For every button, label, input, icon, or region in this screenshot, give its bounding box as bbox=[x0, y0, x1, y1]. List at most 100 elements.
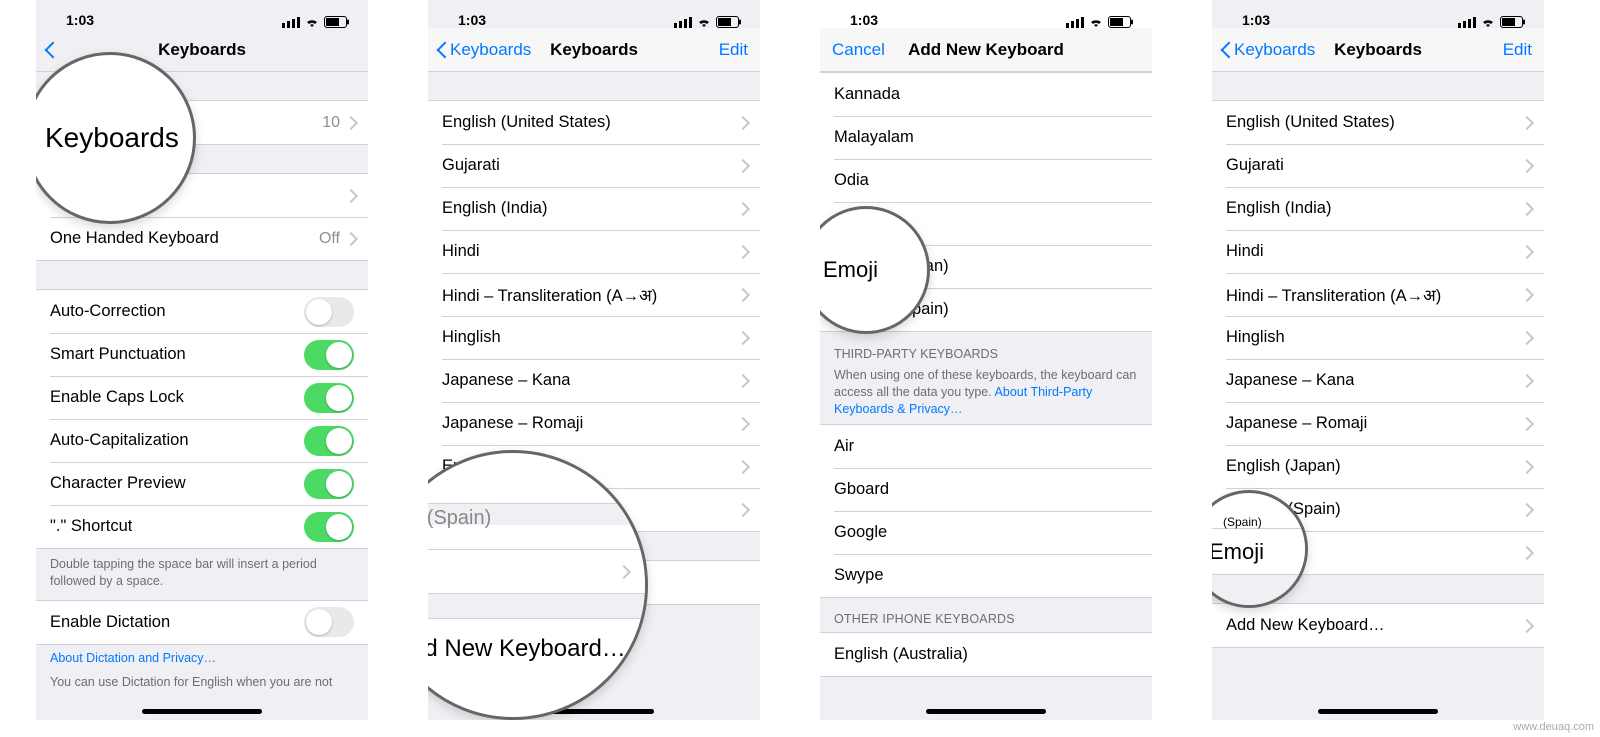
row-label: Malayalam bbox=[834, 128, 914, 147]
row-label: Smart Punctuation bbox=[50, 345, 186, 364]
status-time: 1:03 bbox=[66, 12, 94, 28]
third-party-header: THIRD-PARTY KEYBOARDS When using one of … bbox=[820, 332, 1152, 424]
status-icons bbox=[1458, 16, 1526, 28]
edit-button[interactable]: Edit bbox=[719, 28, 748, 72]
back-button[interactable]: Keyboards bbox=[436, 28, 531, 72]
row-char-preview[interactable]: Character Preview bbox=[36, 462, 368, 505]
chevron-right-icon bbox=[346, 116, 354, 129]
row-add-keyboard[interactable]: Add New Keyboard… bbox=[1212, 604, 1544, 647]
chevron-right-icon bbox=[1522, 116, 1530, 129]
chevron-right-icon bbox=[1522, 288, 1530, 301]
status-bar: 1:03 bbox=[820, 0, 1152, 28]
home-indicator[interactable] bbox=[1318, 709, 1438, 714]
toggle[interactable] bbox=[304, 297, 354, 327]
row-caps-lock[interactable]: Enable Caps Lock bbox=[36, 376, 368, 419]
row-keyboard-item[interactable]: Hindi bbox=[428, 230, 760, 273]
row-third-party-keyboard[interactable]: Swype bbox=[820, 554, 1152, 597]
row-keyboard-item[interactable]: English (United States) bbox=[1212, 101, 1544, 144]
chevron-right-icon bbox=[1522, 460, 1530, 473]
toggle[interactable] bbox=[304, 426, 354, 456]
chevron-right-icon bbox=[1522, 619, 1530, 632]
row-keyboard-item[interactable]: Hinglish bbox=[1212, 316, 1544, 359]
chevron-right-icon bbox=[1522, 546, 1530, 559]
wifi-icon bbox=[1480, 16, 1496, 28]
battery-icon bbox=[1108, 16, 1134, 28]
row-keyboard-item[interactable]: Japanese – Romaji bbox=[1212, 402, 1544, 445]
row-keyboard-item[interactable]: English (India) bbox=[428, 187, 760, 230]
toggle[interactable] bbox=[304, 607, 354, 637]
row-keyboard-item[interactable]: English (Japan) bbox=[1212, 445, 1544, 488]
row-suggested-keyboard[interactable]: Odia bbox=[820, 159, 1152, 202]
back-button[interactable] bbox=[44, 28, 58, 72]
navbar: Keyboards Keyboards Edit bbox=[1212, 28, 1544, 72]
home-indicator[interactable] bbox=[926, 709, 1046, 714]
chevron-right-icon bbox=[1522, 417, 1530, 430]
row-smart-punctuation[interactable]: Smart Punctuation bbox=[36, 333, 368, 376]
row-auto-cap[interactable]: Auto-Capitalization bbox=[36, 419, 368, 462]
row-suggested-keyboard[interactable]: Malayalam bbox=[820, 116, 1152, 159]
row-label: English (United States) bbox=[442, 113, 611, 132]
row-keyboard-item[interactable]: Gujarati bbox=[428, 144, 760, 187]
page-title: Keyboards bbox=[158, 40, 246, 60]
row-label: Character Preview bbox=[50, 474, 186, 493]
row-label: Hindi – Transliteration (A→अ) bbox=[1226, 283, 1441, 306]
back-label: Keyboards bbox=[450, 40, 531, 60]
wifi-icon bbox=[696, 16, 712, 28]
row-keyboard-item[interactable]: English (United States) bbox=[428, 101, 760, 144]
row-label: Japanese – Kana bbox=[442, 371, 570, 390]
row-keyboard-item[interactable]: Gujarati bbox=[1212, 144, 1544, 187]
edit-button[interactable]: Edit bbox=[1503, 28, 1532, 72]
row-other-keyboard[interactable]: English (Australia) bbox=[820, 633, 1152, 676]
chevron-right-icon bbox=[738, 245, 746, 258]
battery-icon bbox=[1500, 16, 1526, 28]
chevron-right-icon bbox=[738, 503, 746, 516]
toggle[interactable] bbox=[304, 512, 354, 542]
row-label: Japanese – Romaji bbox=[442, 414, 583, 433]
dictation-privacy-link[interactable]: About Dictation and Privacy… bbox=[36, 645, 368, 671]
row-label: Japanese – Kana bbox=[1226, 371, 1354, 390]
row-label: English (India) bbox=[442, 199, 547, 218]
row-label: Hinglish bbox=[1226, 328, 1285, 347]
home-indicator[interactable] bbox=[142, 709, 262, 714]
row-keyboard-item[interactable]: Hindi – Transliteration (A→अ) bbox=[428, 273, 760, 316]
toggle[interactable] bbox=[304, 383, 354, 413]
row-label: Enable Caps Lock bbox=[50, 388, 184, 407]
row-keyboard-item[interactable]: Hinglish bbox=[428, 316, 760, 359]
row-dot-shortcut[interactable]: "." Shortcut bbox=[36, 505, 368, 548]
group-title: THIRD-PARTY KEYBOARDS bbox=[834, 346, 1138, 363]
row-keyboard-item[interactable]: English (India) bbox=[1212, 187, 1544, 230]
row-suggested-keyboard[interactable]: Kannada bbox=[820, 73, 1152, 116]
row-third-party-keyboard[interactable]: Air bbox=[820, 425, 1152, 468]
row-keyboard-item[interactable]: Hindi bbox=[1212, 230, 1544, 273]
chevron-right-icon bbox=[738, 460, 746, 473]
row-keyboard-item[interactable]: Japanese – Kana bbox=[428, 359, 760, 402]
back-label: Keyboards bbox=[1234, 40, 1315, 60]
row-third-party-keyboard[interactable]: Gboard bbox=[820, 468, 1152, 511]
magnifier-label: Emoji bbox=[1212, 529, 1305, 575]
row-keyboard-item[interactable]: Hindi – Transliteration (A→अ) bbox=[1212, 273, 1544, 316]
page-title: Keyboards bbox=[550, 40, 638, 60]
chevron-right-icon bbox=[738, 288, 746, 301]
phone-4: 1:03 Keyboards Keyboards Edit English (U… bbox=[1212, 0, 1544, 720]
row-value: Off bbox=[319, 230, 346, 248]
row-keyboard-item[interactable]: Japanese – Romaji bbox=[428, 402, 760, 445]
row-enable-dictation[interactable]: Enable Dictation bbox=[36, 601, 368, 644]
chevron-right-icon bbox=[1522, 374, 1530, 387]
chevron-left-icon bbox=[436, 40, 448, 60]
row-keyboard-item[interactable]: Japanese – Kana bbox=[1212, 359, 1544, 402]
status-time: 1:03 bbox=[1242, 12, 1270, 28]
toggle[interactable] bbox=[304, 340, 354, 370]
magnifier-label: Emoji bbox=[823, 257, 878, 283]
chevron-right-icon bbox=[738, 417, 746, 430]
toggle[interactable] bbox=[304, 469, 354, 499]
back-button[interactable]: Keyboards bbox=[1220, 28, 1315, 72]
row-label: Hindi bbox=[1226, 242, 1264, 261]
row-label: English (Australia) bbox=[834, 645, 968, 664]
row-third-party-keyboard[interactable]: Google bbox=[820, 511, 1152, 554]
row-label: English (United States) bbox=[1226, 113, 1395, 132]
third-party-list: AirGboardGoogleSwype bbox=[820, 424, 1152, 598]
row-one-handed[interactable]: One Handed Keyboard Off bbox=[36, 217, 368, 260]
cancel-button[interactable]: Cancel bbox=[832, 28, 885, 72]
footer-note-shortcut: Double tapping the space bar will insert… bbox=[36, 549, 368, 600]
row-auto-correction[interactable]: Auto-Correction bbox=[36, 290, 368, 333]
